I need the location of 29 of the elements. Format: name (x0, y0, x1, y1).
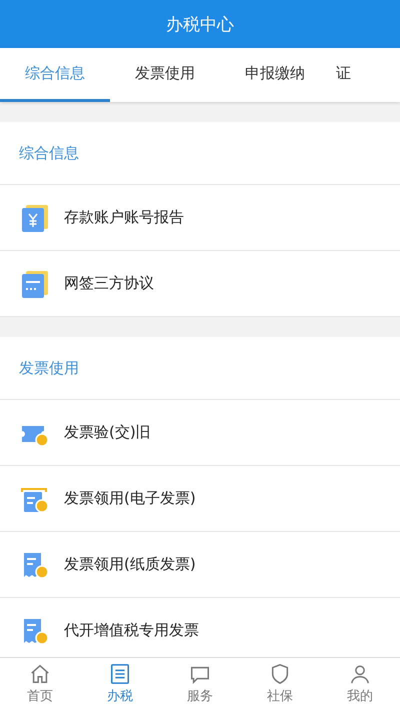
shield-icon (269, 663, 291, 685)
list-icon (109, 663, 131, 685)
menu-item-label: 发票领用(电子发票) (64, 489, 196, 508)
home-icon (29, 663, 51, 685)
tab[interactable]: 证 (330, 48, 370, 102)
section-title: 综合信息 (19, 144, 79, 162)
menu-item[interactable]: 网签三方协议 (0, 251, 400, 317)
tab[interactable]: 发票使用 (110, 48, 220, 102)
nav-item[interactable]: 社保 (240, 658, 320, 710)
menu-item[interactable]: 发票领用(电子发票) (0, 466, 400, 532)
card-icon (20, 268, 50, 298)
nav-item[interactable]: 我的 (320, 658, 400, 710)
page-title: 办税中心 (166, 14, 234, 36)
yuan-card-icon (20, 202, 50, 232)
menu-item[interactable]: 发票验(交)旧 (0, 400, 400, 466)
menu-item[interactable]: 发票领用(纸质发票) (0, 532, 400, 598)
menu-item-label: 网签三方协议 (64, 274, 154, 293)
menu-item-label: 存款账户账号报告 (64, 208, 184, 227)
menu-item-label: 发票领用(纸质发票) (64, 555, 196, 574)
menu-item[interactable]: 存款账户账号报告 (0, 185, 400, 251)
section-title: 发票使用 (19, 358, 79, 378)
tab[interactable]: 申报缴纳 (220, 48, 330, 102)
nav-item[interactable]: 办税 (80, 658, 160, 710)
menu-item-label: 代开增值税专用发票 (64, 621, 199, 640)
nav-item[interactable]: 服务 (160, 658, 240, 710)
menu-item-label: 发票验(交)旧 (64, 423, 151, 442)
person-icon (349, 663, 371, 685)
menu-item[interactable]: 代开增值税专用发票 (0, 598, 400, 657)
nav-item[interactable]: 首页 (0, 658, 80, 710)
